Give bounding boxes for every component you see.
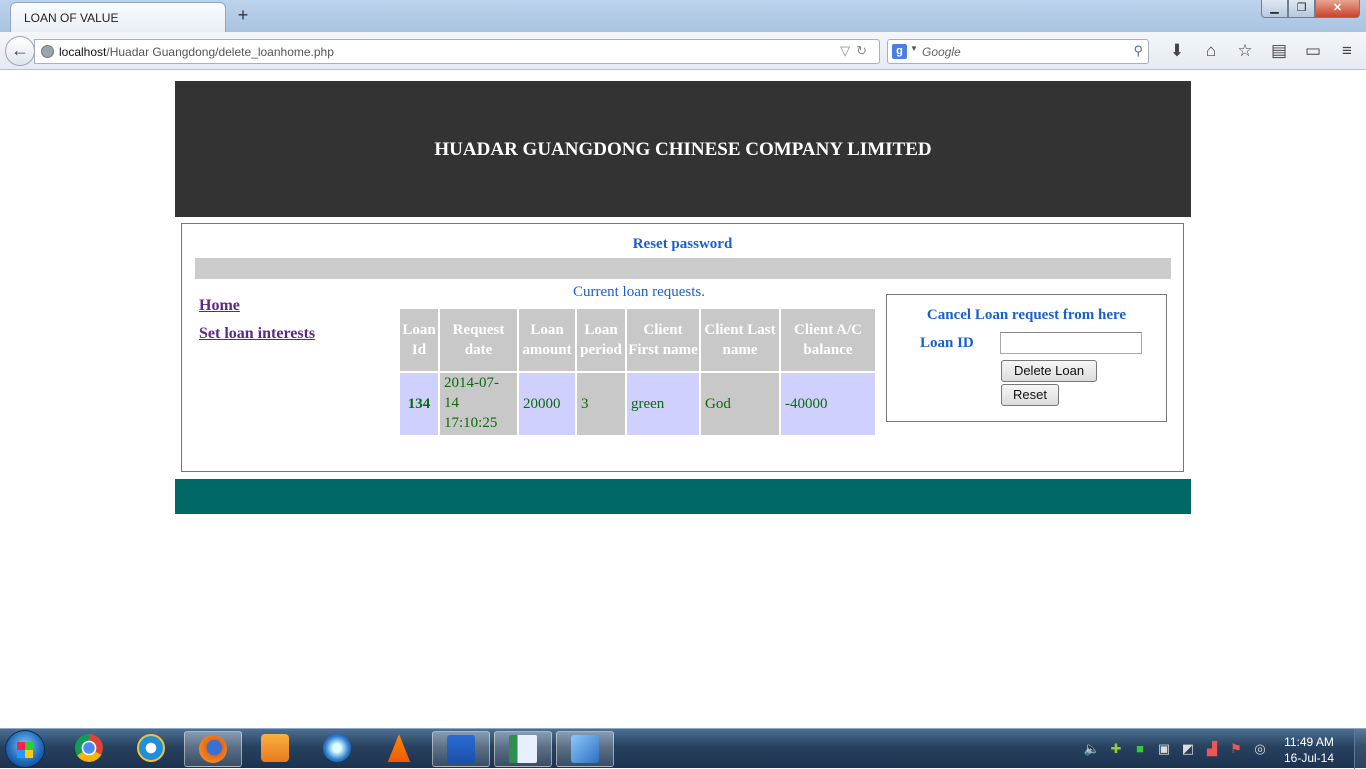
document-icon [509, 735, 537, 763]
word-icon [447, 735, 475, 763]
tray-device-icon[interactable]: ▣ [1152, 741, 1176, 757]
url-actions: ▽↻ [840, 43, 873, 59]
media-player-icon [261, 734, 289, 762]
media-center-icon [323, 734, 351, 762]
tray-green-icon[interactable]: ■ [1128, 741, 1152, 757]
close-button[interactable]: ✕ [1315, 0, 1360, 18]
start-button[interactable] [5, 730, 45, 768]
cell-loan-amount: 20000 [519, 373, 575, 435]
dropdown-arrow-icon[interactable]: ▽ [840, 43, 856, 58]
browser-navigation-bar: localhost/Huadar Guangdong/delete_loanho… [0, 32, 1366, 70]
action-center-icon[interactable]: ⚑ [1224, 741, 1248, 757]
app-icon [571, 735, 599, 763]
search-icon[interactable]: ⚲ [1133, 43, 1143, 59]
divider-bar [195, 258, 1171, 279]
bookmark-star-icon[interactable]: ☆ [1228, 40, 1262, 62]
header-last-name: Client Last name [701, 309, 779, 371]
cell-loan-id: 134 [400, 373, 438, 435]
taskbar-firefox[interactable] [184, 731, 242, 767]
engine-dropdown-icon[interactable]: ▼ [910, 44, 918, 53]
url-path: /Huadar Guangdong/delete_loanhome.php [106, 45, 334, 59]
taskbar-media-center[interactable] [308, 731, 366, 767]
cell-balance: -40000 [781, 373, 875, 435]
delete-loan-button[interactable]: Delete Loan [1001, 360, 1097, 382]
google-icon[interactable]: g [892, 44, 907, 59]
chrome-icon [75, 734, 103, 762]
loan-id-input[interactable] [1000, 332, 1142, 354]
reset-button[interactable]: Reset [1001, 384, 1059, 406]
site-identity-icon[interactable] [41, 45, 54, 58]
loan-requests-table: Loan Id Request date Loan amount Loan pe… [398, 307, 877, 437]
download-icon[interactable]: ⬇ [1160, 40, 1194, 62]
bookmarks-menu-icon[interactable]: ▤ [1262, 40, 1296, 62]
taskbar-clock[interactable]: 11:49 AM 16-Jul-14 [1278, 734, 1340, 766]
vlc-icon [387, 734, 411, 762]
taskbar-vlc[interactable] [370, 731, 428, 767]
cancel-loan-panel: Cancel Loan request from here Loan ID De… [886, 294, 1167, 422]
new-tab-button[interactable]: + [234, 5, 252, 25]
table-caption: Current loan requests. [572, 284, 706, 300]
internet-explorer-icon [137, 734, 165, 762]
taskbar-word[interactable] [432, 731, 490, 767]
window-icon[interactable]: ▭ [1296, 40, 1330, 62]
home-link[interactable]: Home [199, 297, 240, 315]
minimize-button[interactable]: ▁ [1261, 0, 1288, 18]
site-footer [175, 479, 1191, 514]
menu-icon[interactable]: ≡ [1330, 40, 1364, 62]
browser-tab[interactable]: LOAN OF VALUE [10, 2, 226, 32]
taskbar-notepad[interactable] [494, 731, 552, 767]
firefox-icon [199, 735, 227, 763]
taskbar-chrome[interactable] [60, 731, 118, 767]
volume-icon[interactable]: 🔈 [1080, 741, 1104, 757]
taskbar-app[interactable] [556, 731, 614, 767]
windows-taskbar: 🔈 ✚ ■ ▣ ◩ ▟ ⚑ ◎ 11:49 AM 16-Jul-14 [0, 728, 1366, 769]
show-desktop-button[interactable] [1354, 729, 1366, 769]
set-loan-interests-link[interactable]: Set loan interests [199, 325, 315, 343]
clock-date: 16-Jul-14 [1283, 751, 1335, 765]
main-content: Reset password Home Set loan interests C… [181, 223, 1184, 472]
cell-request-date: 2014-07-14 17:10:25 [440, 373, 517, 435]
back-arrow-icon: ← [11, 40, 29, 60]
system-tray: 🔈 ✚ ■ ▣ ◩ ▟ ⚑ ◎ [1080, 741, 1272, 757]
header-request-date: Request date [440, 309, 517, 371]
header-first-name: Client First name [627, 309, 699, 371]
cell-first-name: green [627, 373, 699, 435]
tray-app-icon[interactable]: ◩ [1176, 741, 1200, 757]
tab-title: LOAN OF VALUE [24, 11, 119, 25]
window-controls: ▁ ❐ ✕ [1261, 0, 1360, 18]
search-bar[interactable]: g ▼ Google ⚲ [887, 39, 1149, 64]
cell-loan-period: 3 [577, 373, 625, 435]
header-loan-amount: Loan amount [519, 309, 575, 371]
cancel-panel-title: Cancel Loan request from here [926, 307, 1127, 323]
header-loan-id: Loan Id [400, 309, 438, 371]
home-icon[interactable]: ⌂ [1194, 40, 1228, 62]
maximize-button[interactable]: ❐ [1288, 0, 1315, 18]
taskbar-internet-explorer[interactable] [122, 731, 180, 767]
clock-time: 11:49 AM [1284, 735, 1334, 749]
windows-logo-icon [17, 742, 33, 758]
table-row: 134 2014-07-14 17:10:25 20000 3 green Go… [400, 373, 875, 435]
reset-password-link[interactable]: Reset password [182, 236, 1183, 253]
network-icon[interactable]: ▟ [1200, 741, 1224, 757]
browser-tab-strip: LOAN OF VALUE + ▁ ❐ ✕ [0, 0, 1366, 32]
header-loan-period: Loan period [577, 309, 625, 371]
toolbar-icons: ⬇ ⌂ ☆ ▤ ▭ ≡ [1160, 40, 1364, 62]
address-bar[interactable]: localhost/Huadar Guangdong/delete_loanho… [34, 39, 880, 64]
taskbar-media-player[interactable] [246, 731, 304, 767]
table-header-row: Loan Id Request date Loan amount Loan pe… [400, 309, 875, 371]
url-host: localhost [59, 45, 107, 59]
tray-search-icon[interactable]: ◎ [1248, 741, 1272, 757]
site-header: HUADAR GUANGDONG CHINESE COMPANY LIMITED [175, 81, 1191, 217]
tray-plus-icon[interactable]: ✚ [1104, 741, 1128, 757]
cell-last-name: God [701, 373, 779, 435]
back-button[interactable]: ← [5, 36, 35, 66]
search-placeholder: Google [922, 45, 961, 59]
company-title: HUADAR GUANGDONG CHINESE COMPANY LIMITED [434, 139, 932, 160]
reload-icon[interactable]: ↻ [856, 43, 873, 58]
loan-id-label: Loan ID [920, 335, 974, 351]
header-balance: Client A/C balance [781, 309, 875, 371]
